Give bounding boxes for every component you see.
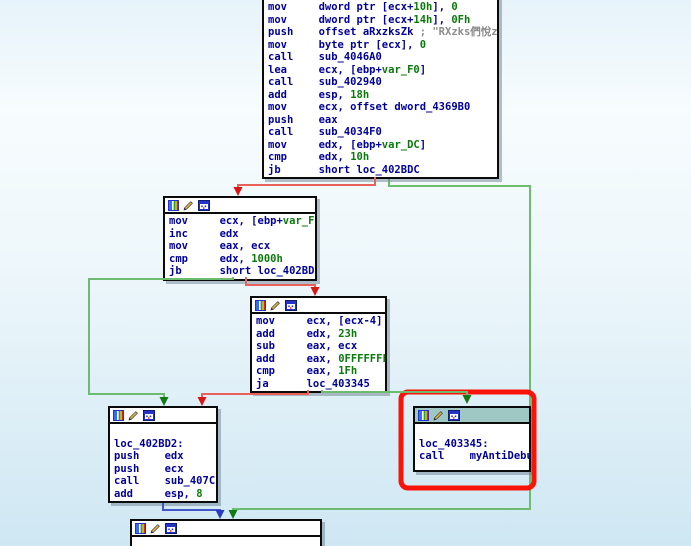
code-line: jb short loc_402BD2 — [169, 265, 315, 278]
node-color-icon[interactable] — [255, 300, 266, 311]
node-title-bar[interactable] — [132, 521, 320, 537]
code-line: add edx, 23h — [256, 328, 385, 341]
edit-comment-icon[interactable] — [433, 410, 444, 421]
graph-node-loc_403345[interactable]: loc_403345:call myAntiDebug — [413, 406, 531, 472]
code-line: push edx — [114, 450, 216, 463]
node-info-icon[interactable] — [198, 200, 209, 211]
code-line: mov dword ptr [ecx+10h], 0 — [268, 1, 497, 14]
code-line: inc edx — [169, 228, 315, 241]
node-color-icon[interactable] — [135, 523, 146, 534]
edge-flow-loc402BD2-to-merge-arrowhead — [216, 510, 225, 519]
code-line: push ecx — [114, 463, 216, 476]
node-title-bar[interactable] — [110, 408, 216, 424]
code-line: mov ecx, [ecx-4] — [256, 315, 385, 328]
edge-fallthrough-top-to-loopcheck-arrowhead — [234, 187, 243, 196]
code-line — [419, 425, 529, 438]
node-title-bar[interactable] — [165, 198, 315, 214]
code-line — [136, 538, 320, 546]
code-line: lea ecx, [ebp+var_F0] — [268, 64, 497, 77]
code-line: mov eax, ecx — [169, 240, 315, 253]
code-line: mov edx, [ebp+var_DC] — [268, 139, 497, 152]
node-color-icon[interactable] — [418, 410, 429, 421]
node-code — [132, 537, 320, 546]
code-line: push offset aRxzksZk ; "RXzks們悅zk" — [268, 26, 497, 39]
code-line: add esp, 18h — [268, 89, 497, 102]
node-info-icon[interactable] — [165, 523, 176, 534]
code-line: mov dword ptr [ecx+14h], 0Fh — [268, 14, 497, 27]
code-line: add eax, 0FFFFFFFCh — [256, 353, 385, 366]
graph-node-merge[interactable] — [130, 519, 322, 546]
code-line: loc_403345: — [419, 438, 529, 451]
edge-fallthrough-top-to-loopcheck — [238, 177, 375, 193]
graph-node-loop-check[interactable]: mov ecx, [ebp+var_F0]inc edxmov eax, ecx… — [163, 196, 317, 281]
node-info-icon[interactable] — [285, 300, 296, 311]
code-line: mov ecx, [ebp+var_F0] — [169, 215, 315, 228]
node-color-icon[interactable] — [168, 200, 179, 211]
graph-node-size-check[interactable]: mov ecx, [ecx-4]add edx, 23hsub eax, ecx… — [250, 296, 387, 393]
edge-taken-loopcheck-to-loc402BD2-arrowhead — [160, 397, 169, 406]
code-line: jb short loc_402BDC — [268, 164, 497, 177]
code-line: ja loc_403345 — [256, 378, 385, 391]
code-line: cmp edx, 10h — [268, 151, 497, 164]
edge-taken-top-to-loc402BDC-arrowhead — [229, 510, 238, 519]
code-line: cmp eax, 1Fh — [256, 365, 385, 378]
node-info-icon[interactable] — [143, 410, 154, 421]
code-line: cmp edx, 1000h — [169, 253, 315, 266]
graph-node-loc_402BD2[interactable]: loc_402BD2:push edxpush ecxcall sub_407C… — [108, 406, 218, 503]
code-line: sub eax, ecx — [256, 340, 385, 353]
code-line: loc_402BD2: — [114, 438, 216, 451]
edit-comment-icon[interactable] — [128, 410, 139, 421]
edge-taken-loopcheck-to-loc402BD2 — [89, 277, 233, 403]
code-line: push eax — [268, 114, 497, 127]
node-title-bar[interactable] — [415, 408, 529, 424]
edge-fallthrough-sizecheck-to-loc402BD2-arrowhead — [198, 397, 207, 406]
node-title-bar[interactable] — [252, 298, 385, 314]
graph-canvas[interactable]: mov dword ptr [ecx+10h], 0mov dword ptr … — [0, 0, 691, 546]
code-line: call sub_407C13 — [114, 475, 216, 488]
node-code: loc_403345:call myAntiDebug — [415, 424, 529, 470]
edge-fallthrough-loopcheck-to-sizecheck-arrowhead — [311, 287, 320, 296]
code-line: mov byte ptr [ecx], 0 — [268, 39, 497, 52]
code-line: mov ecx, offset dword_4369B0 — [268, 101, 497, 114]
code-line: call sub_4034F0 — [268, 126, 497, 139]
node-code: mov dword ptr [ecx+10h], 0mov dword ptr … — [264, 0, 497, 177]
edge-taken-sizecheck-to-loc403345-arrowhead — [463, 395, 472, 404]
node-code: loc_402BD2:push edxpush ecxcall sub_407C… — [110, 424, 216, 501]
edit-comment-icon[interactable] — [150, 523, 161, 534]
edge-flow-loc402BD2-to-merge — [163, 503, 220, 516]
node-code: mov ecx, [ecx-4]add edx, 23hsub eax, ecx… — [252, 314, 385, 391]
code-line — [114, 425, 216, 438]
code-line: call myAntiDebug — [419, 450, 529, 463]
code-line: add esp, 8 — [114, 488, 216, 501]
node-info-icon[interactable] — [448, 410, 459, 421]
node-color-icon[interactable] — [113, 410, 124, 421]
code-line: call sub_4046A0 — [268, 51, 497, 64]
edit-comment-icon[interactable] — [183, 200, 194, 211]
code-line: call sub_402940 — [268, 76, 497, 89]
graph-node-entry[interactable]: mov dword ptr [ecx+10h], 0mov dword ptr … — [262, 0, 499, 179]
node-code: mov ecx, [ebp+var_F0]inc edxmov eax, ecx… — [165, 214, 315, 279]
edit-comment-icon[interactable] — [270, 300, 281, 311]
